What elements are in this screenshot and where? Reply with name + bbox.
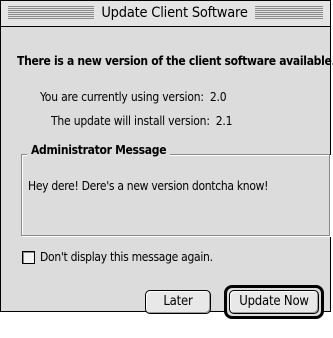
admin-message-group xyxy=(21,154,330,236)
install-version-label: The update will install version: xyxy=(51,114,210,128)
current-version-value: 2.0 xyxy=(209,90,227,104)
current-version-line: You are currently using version: 2.0 xyxy=(40,90,227,104)
update-headline: There is a new version of the client sof… xyxy=(17,54,333,68)
current-version-label: You are currently using version: xyxy=(40,90,204,104)
install-version-line: The update will install version: 2.1 xyxy=(51,114,233,128)
title-bar-stripes-left xyxy=(8,6,94,19)
update-now-button[interactable]: Update Now xyxy=(229,290,319,314)
title-bar[interactable]: Update Client Software xyxy=(1,1,330,27)
dont-show-again-checkbox[interactable] xyxy=(22,251,35,264)
update-dialog: Update Client Software There is a new ve… xyxy=(0,0,333,319)
admin-message-body: Hey dere! Dere's a new version dontcha k… xyxy=(28,179,269,193)
later-button[interactable]: Later xyxy=(145,290,211,314)
dont-show-again-label[interactable]: Don't display this message again. xyxy=(40,250,213,264)
window-title: Update Client Software xyxy=(94,4,255,22)
install-version-value: 2.1 xyxy=(215,114,233,128)
admin-message-title: Administrator Message xyxy=(27,143,171,157)
title-bar-stripes-right xyxy=(255,6,323,19)
